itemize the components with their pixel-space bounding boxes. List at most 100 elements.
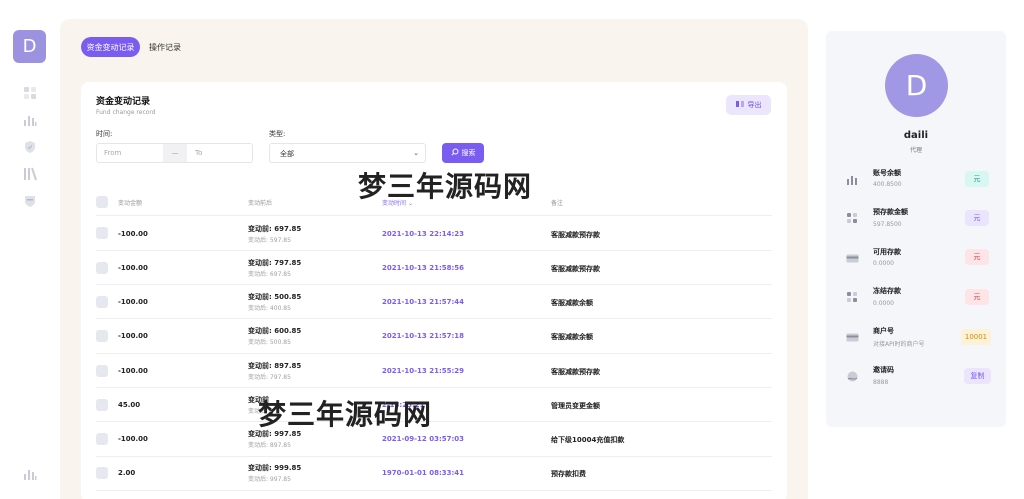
cell-after: 变动后: 697.85 [248, 271, 291, 278]
row-checkbox[interactable] [96, 330, 108, 342]
cell-after: 变动后: 400.85 [248, 305, 291, 312]
badge-icon[interactable] [23, 194, 37, 208]
page-subtitle: Fund change record [96, 109, 156, 116]
row-divider [96, 318, 772, 319]
cell-time: 2021-10-13 21:55:29 [382, 367, 465, 375]
row-divider [96, 490, 772, 491]
cell-note: 预存款扣费 [551, 470, 586, 478]
cell-after: 变动后: 500.85 [248, 339, 291, 346]
cell-after: 变动后: 897.85 [248, 442, 291, 449]
row-checkbox[interactable] [96, 227, 108, 239]
date-separator: — [163, 144, 187, 162]
search-icon [450, 148, 459, 158]
grid-icon [846, 212, 859, 225]
date-from-input[interactable]: From [104, 149, 121, 157]
cell-note: 客服减款余额 [551, 333, 593, 341]
user-role: 代理 [909, 147, 922, 154]
row-divider [96, 284, 772, 285]
type-select-value: 全部 [280, 150, 294, 158]
dashboard-icon[interactable] [23, 86, 37, 100]
stat-label: 商户号 [873, 327, 894, 335]
cell-amount: -100.00 [118, 298, 148, 306]
cell-time: 2021-09-12 03:57:03 [382, 435, 465, 443]
row-divider [96, 456, 772, 457]
stat-value: 8888 [873, 379, 889, 386]
row-checkbox[interactable] [96, 296, 108, 308]
date-to-input[interactable]: To [195, 149, 202, 157]
stats-icon[interactable] [23, 467, 37, 481]
grid-icon [846, 291, 859, 304]
cell-before: 变动前: 500.85 [248, 293, 302, 301]
cell-note: 管理员变更金额 [551, 402, 600, 410]
library-icon[interactable] [23, 167, 37, 181]
cell-after: 变动后: 797.85 [248, 374, 291, 381]
cell-before: 变动前: 797.85 [248, 259, 302, 267]
cell-time: 1970-01-01 08:33:41 [382, 469, 465, 477]
stat-label: 冻结存款 [873, 287, 901, 295]
row-divider [96, 387, 772, 388]
stat-badge: 10001 [961, 329, 991, 345]
header-before-after[interactable]: 变动前后 [248, 198, 272, 207]
cell-amount: 45.00 [118, 401, 141, 409]
globe-icon [846, 370, 859, 383]
row-checkbox[interactable] [96, 262, 108, 274]
stat-value: 0.0000 [873, 300, 894, 307]
cell-amount: -100.00 [118, 367, 148, 375]
card-icon [846, 331, 859, 344]
stat-label: 邀请码 [873, 366, 894, 374]
select-all-checkbox[interactable] [96, 196, 108, 208]
export-icon [735, 100, 744, 110]
search-label: 搜索 [461, 149, 476, 157]
watermark: 梦三年源码网 [358, 170, 533, 203]
tab-fund-change[interactable]: 资金变动记录 [81, 37, 140, 57]
row-checkbox[interactable] [96, 433, 108, 445]
stat-badge: 元 [965, 171, 989, 187]
date-range-picker[interactable]: From — To [96, 143, 253, 163]
type-label: 类型: [269, 130, 286, 138]
cell-before: 变动前: 999.85 [248, 464, 302, 472]
header-amount[interactable]: 变动金额 [118, 198, 142, 207]
cell-time: 2021-10-13 21:58:56 [382, 264, 465, 272]
search-button[interactable]: 搜索 [442, 143, 484, 163]
stat-label: 预存款金额 [873, 208, 908, 216]
cell-amount: -100.00 [118, 230, 148, 238]
cell-amount: -100.00 [118, 435, 148, 443]
cell-before: 变动前: 897.85 [248, 362, 302, 370]
type-select[interactable]: 全部 ⌄ [269, 143, 426, 163]
row-checkbox[interactable] [96, 467, 108, 479]
cell-amount: 2.00 [118, 469, 136, 477]
page-title: 资金变动记录 [96, 97, 151, 107]
stat-value: 400.8500 [873, 181, 902, 188]
row-checkbox[interactable] [96, 399, 108, 411]
cell-amount: -100.00 [118, 332, 148, 340]
bar-chart-icon[interactable] [23, 113, 37, 127]
row-divider [96, 421, 772, 422]
tab-operation-log[interactable]: 操作记录 [145, 37, 185, 57]
shield-icon[interactable] [23, 140, 37, 154]
row-divider [96, 353, 772, 354]
stat-label: 可用存款 [873, 248, 901, 256]
stat-badge: 元 [965, 210, 989, 226]
cell-after: 变动后: 997.85 [248, 476, 291, 483]
copy-invite-button[interactable]: 复制 [964, 368, 991, 384]
cell-note: 客服减款预存款 [551, 368, 600, 376]
watermark: 梦三年源码网 [258, 398, 433, 431]
cell-after: 变动后: 597.85 [248, 237, 291, 244]
cell-time: 2021-10-13 21:57:44 [382, 298, 465, 306]
cell-note: 客服减款余额 [551, 299, 593, 307]
left-rail: D [0, 0, 60, 499]
app-logo[interactable]: D [13, 30, 46, 63]
cell-note: 客服减款预存款 [551, 231, 600, 239]
export-button[interactable]: 导出 [726, 95, 771, 115]
stat-badge: 元 [965, 289, 989, 305]
export-label: 导出 [747, 101, 762, 109]
header-note[interactable]: 备注 [551, 198, 563, 207]
cell-before: 变动前: 600.85 [248, 327, 302, 335]
card-icon [846, 252, 859, 265]
header-divider [96, 215, 772, 216]
cell-note: 给下级10004充值扣款 [551, 436, 625, 444]
stat-label: 账号余额 [873, 169, 901, 177]
chevron-down-icon: ⌄ [413, 149, 419, 157]
cell-time: 2021-10-13 21:57:18 [382, 332, 465, 340]
row-checkbox[interactable] [96, 365, 108, 377]
